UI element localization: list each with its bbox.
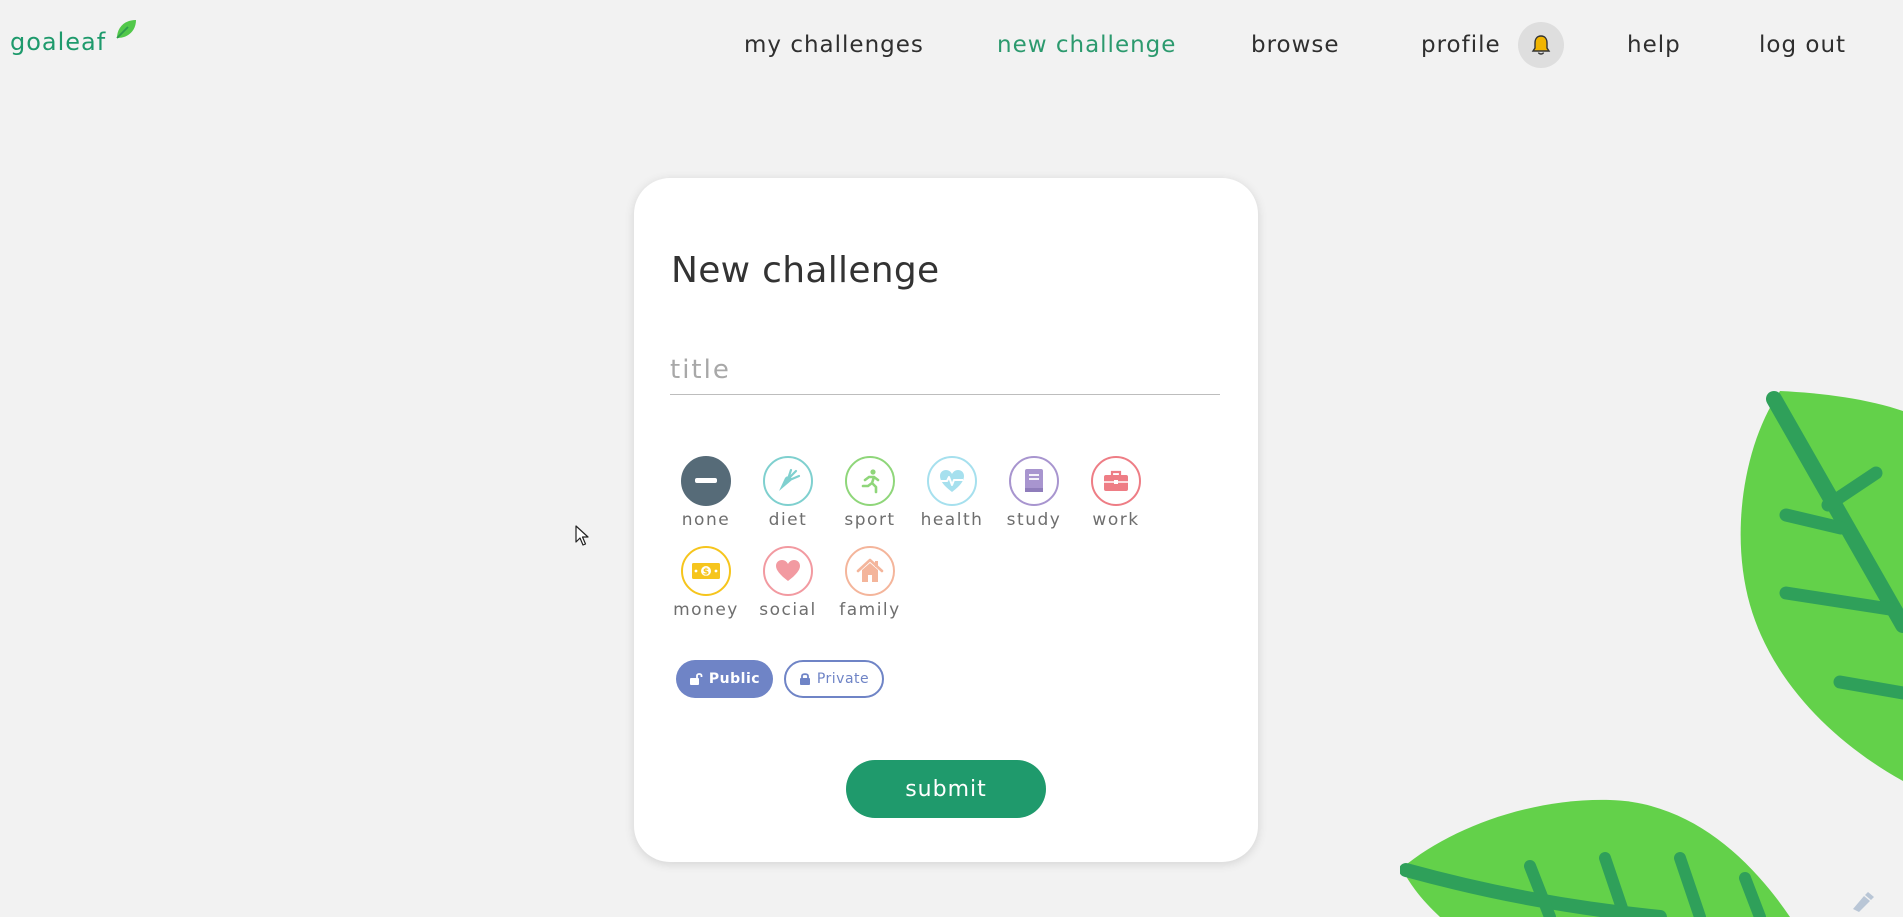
- leaf-decoration-top: [1740, 391, 1903, 781]
- heart-icon: [776, 560, 800, 581]
- category-study-circle: [1009, 456, 1059, 506]
- svg-text:$: $: [703, 568, 709, 578]
- new-challenge-card: New challenge none diet: [634, 178, 1258, 862]
- main-nav: my challenges new challenge browse profi…: [0, 26, 1903, 66]
- category-label: study: [1006, 510, 1062, 530]
- page: goaleaf my challenges new challenge brow…: [0, 0, 1903, 917]
- carrot-icon: [779, 468, 801, 491]
- category-label: work: [1092, 510, 1140, 530]
- page-title: New challenge: [671, 250, 940, 291]
- nav-new-challenge[interactable]: new challenge: [997, 26, 1176, 64]
- lock-icon: [799, 673, 810, 685]
- book-icon: [1025, 469, 1043, 492]
- leaf-decoration-bottom: [1400, 799, 1790, 917]
- category-label: diet: [768, 510, 808, 530]
- category-money-circle: $: [681, 546, 731, 596]
- nav-browse[interactable]: browse: [1251, 26, 1340, 64]
- category-label: money: [673, 600, 739, 620]
- category-health[interactable]: health: [911, 456, 993, 530]
- submit-button[interactable]: submit: [846, 760, 1046, 818]
- house-icon: [856, 558, 884, 582]
- category-health-circle: [927, 456, 977, 506]
- public-toggle[interactable]: Public: [676, 660, 773, 698]
- bell-icon: [1531, 35, 1551, 55]
- category-family-circle: [845, 546, 895, 596]
- category-label: health: [920, 510, 984, 530]
- category-work-circle: [1091, 456, 1141, 506]
- heartbeat-icon: [940, 470, 964, 492]
- public-label: Public: [708, 671, 761, 687]
- category-social-circle: [763, 546, 813, 596]
- category-none-circle: [681, 456, 731, 506]
- nav-help[interactable]: help: [1627, 26, 1681, 64]
- mouse-cursor-icon: [575, 525, 589, 546]
- title-input[interactable]: [670, 346, 1220, 395]
- private-toggle[interactable]: Private: [784, 660, 884, 698]
- category-diet[interactable]: diet: [747, 456, 829, 530]
- category-label: sport: [844, 510, 896, 530]
- running-icon: [861, 469, 880, 494]
- category-work[interactable]: work: [1075, 456, 1157, 530]
- category-study[interactable]: study: [993, 456, 1075, 530]
- pencil-icon: [1853, 892, 1874, 912]
- category-label: social: [759, 600, 817, 620]
- money-icon: $: [692, 563, 720, 579]
- category-label: none: [681, 510, 731, 530]
- category-label: family: [839, 600, 901, 620]
- notifications-button[interactable]: [1518, 22, 1564, 68]
- nav-profile[interactable]: profile: [1421, 26, 1501, 64]
- category-none[interactable]: none: [665, 456, 747, 530]
- category-diet-circle: [763, 456, 813, 506]
- category-money[interactable]: $ money: [665, 546, 747, 620]
- category-sport-circle: [845, 456, 895, 506]
- category-social[interactable]: social: [747, 546, 829, 620]
- minus-icon: [695, 478, 717, 483]
- briefcase-icon: [1104, 470, 1128, 491]
- private-label: Private: [816, 671, 870, 687]
- nav-log-out[interactable]: log out: [1759, 26, 1846, 64]
- category-family[interactable]: family: [829, 546, 911, 620]
- unlock-icon: [689, 673, 703, 685]
- nav-my-challenges[interactable]: my challenges: [744, 26, 924, 64]
- category-sport[interactable]: sport: [829, 456, 911, 530]
